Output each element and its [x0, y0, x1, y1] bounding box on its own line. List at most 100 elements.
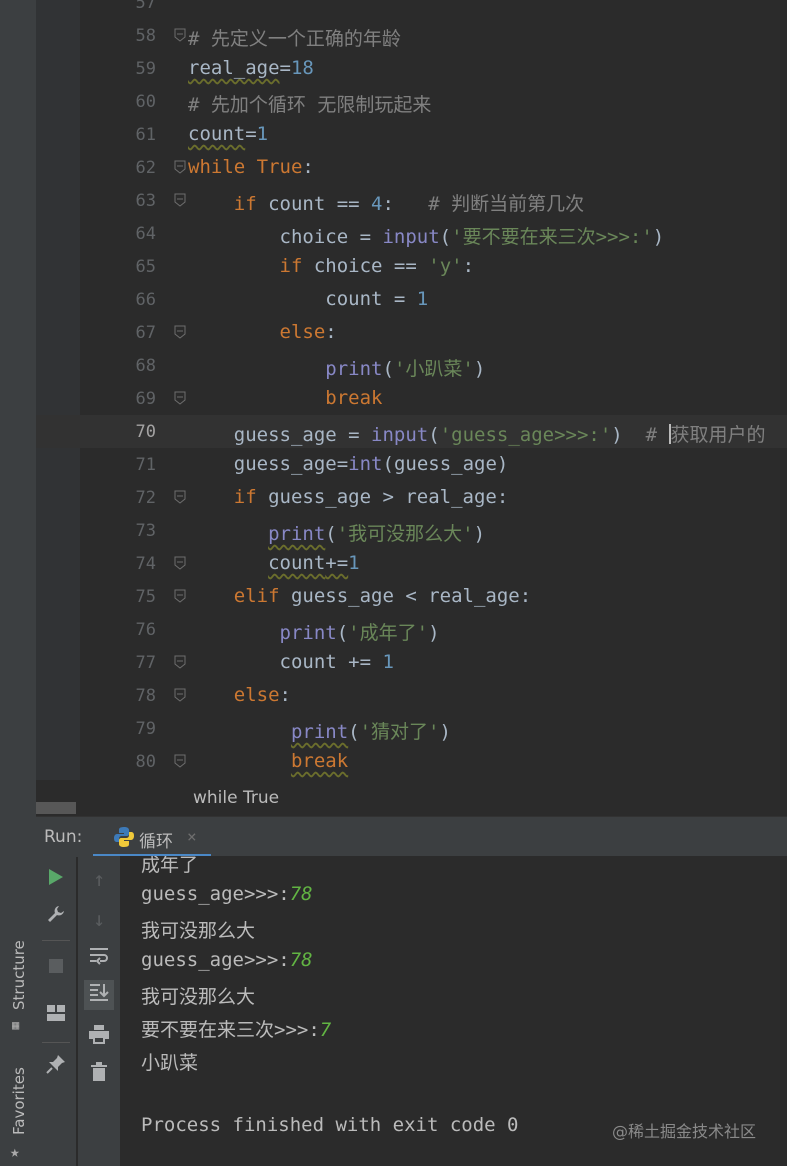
left-tool-strip: Structure ▦ Favorites ★ [0, 0, 36, 1166]
code-text: print('小趴菜') [188, 354, 485, 381]
code-token: 获取用户的 [670, 424, 766, 446]
fold-marker-icon[interactable] [174, 391, 186, 405]
arrow-up-icon[interactable]: ↑ [84, 864, 114, 894]
console-line: Process finished with exit code 0 [141, 1114, 519, 1136]
code-token: guess_age = [188, 424, 372, 446]
code-text: # 先加个循环 无限制玩起来 [188, 90, 431, 117]
console-output-text: Process finished with exit code 0 [141, 1114, 519, 1136]
code-line[interactable]: 64 choice = input('要不要在来三次>>>:') [36, 217, 787, 250]
breadcrumb-item[interactable]: while True [193, 788, 279, 808]
code-line[interactable]: 73 print('我可没那么大') [36, 514, 787, 547]
fold-marker-icon[interactable] [174, 655, 186, 669]
play-icon[interactable] [41, 864, 71, 894]
arrow-down-icon[interactable]: ↓ [84, 904, 114, 934]
console-output-text: 成年了 [141, 856, 199, 876]
code-token: break [325, 387, 383, 409]
fold-marker-icon[interactable] [174, 589, 186, 603]
line-number: 58 [135, 26, 156, 46]
code-line[interactable]: 74 count+=1 [36, 547, 787, 580]
favorites-tab[interactable]: Favorites [10, 1067, 28, 1135]
code-line[interactable]: 65 if choice == 'y': [36, 250, 787, 283]
code-text: break [188, 387, 382, 409]
line-number: 72 [135, 488, 156, 508]
code-token: 'guess_age>>>:' [439, 424, 612, 446]
code-line[interactable]: 69 break [36, 382, 787, 415]
code-line[interactable]: 57 [36, 0, 787, 19]
code-line[interactable]: 63 if count == 4: # 判断当前第几次 [36, 184, 787, 217]
code-line[interactable]: 77 count += 1 [36, 646, 787, 679]
trash-icon[interactable] [84, 1060, 114, 1090]
code-token: 4 [371, 193, 383, 215]
code-token: 1 [256, 123, 269, 145]
console-line: 成年了 [141, 856, 198, 877]
fold-marker-icon[interactable] [174, 754, 186, 768]
run-tab[interactable]: 循环 × [93, 817, 211, 857]
code-editor[interactable]: 57 58 # 先定义一个正确的年龄 59 real_age=18 60 # 先加个循环 无… [36, 0, 787, 816]
print-icon[interactable] [84, 1022, 114, 1052]
line-number: 75 [135, 587, 156, 607]
code-text: # 先定义一个正确的年龄 [188, 24, 401, 51]
console-output-text: 我可没那么大 [141, 986, 256, 1008]
run-toolwindow-header: Run: 循环 × [36, 816, 787, 857]
code-line[interactable]: 67 else: [36, 316, 787, 349]
code-line[interactable]: 60 # 先加个循环 无限制玩起来 [36, 85, 787, 118]
fold-marker-icon[interactable] [174, 325, 186, 339]
layout-icon[interactable] [41, 1000, 71, 1030]
code-token: 1 [416, 288, 429, 310]
code-token: (guess_age) [382, 453, 509, 475]
code-line[interactable]: 78 else: [36, 679, 787, 712]
code-line[interactable]: 75 elif guess_age < real_age: [36, 580, 787, 613]
scroll-to-end-icon[interactable] [84, 980, 114, 1010]
run-tab-title: 循环 [139, 832, 173, 852]
code-line[interactable]: 62 while True: [36, 151, 787, 184]
fold-marker-icon[interactable] [174, 688, 186, 702]
code-line[interactable]: 79 print('猜对了') [36, 712, 787, 745]
code-token: if [233, 193, 257, 215]
wrench-icon[interactable] [41, 902, 71, 932]
code-token: ( [336, 622, 349, 644]
code-token: ) [473, 358, 486, 380]
run-toolbar-primary [36, 856, 76, 1166]
editor-horizontal-scrollbar[interactable] [36, 802, 76, 814]
console-output-text: guess_age>>>: [141, 883, 290, 905]
console-line: 小趴菜 [141, 1048, 198, 1075]
code-text: if guess_age > real_age: [188, 486, 509, 508]
pin-icon[interactable] [41, 1052, 71, 1082]
code-token: '我可没那么大' [336, 523, 474, 545]
code-token: # 先定义一个正确的年龄 [188, 28, 401, 50]
fold-marker-icon[interactable] [174, 28, 186, 42]
code-line[interactable]: 61 count=1 [36, 118, 787, 151]
code-line[interactable]: 68 print('小趴菜') [36, 349, 787, 382]
close-icon[interactable]: × [187, 827, 197, 846]
line-number: 66 [135, 290, 156, 310]
fold-marker-icon[interactable] [174, 556, 186, 570]
console-user-input: 7 [319, 1019, 332, 1041]
code-token: print [268, 523, 326, 545]
code-line[interactable]: 72 if guess_age > real_age: [36, 481, 787, 514]
code-token: print [279, 622, 337, 644]
code-line[interactable]: 71 guess_age=int(guess_age) [36, 448, 787, 481]
soft-wrap-icon[interactable] [84, 944, 114, 974]
fold-marker-icon[interactable] [174, 490, 186, 504]
code-line[interactable]: 70 guess_age = input('guess_age>>>:') # … [36, 415, 787, 448]
code-line[interactable]: 80 break [36, 745, 787, 778]
line-number: 64 [135, 224, 156, 244]
code-token: '猜对了' [359, 721, 440, 743]
code-token: : [325, 321, 337, 343]
code-token: ( [428, 424, 440, 446]
structure-label: Structure [10, 940, 28, 1010]
fold-marker-icon[interactable] [174, 193, 186, 207]
code-line[interactable]: 59 real_age=18 [36, 52, 787, 85]
code-line[interactable]: 58 # 先定义一个正确的年龄 [36, 19, 787, 52]
stop-icon[interactable] [41, 952, 71, 982]
console-line: 我可没那么大 [141, 916, 255, 943]
breadcrumb[interactable]: while True [80, 780, 787, 816]
code-line[interactable]: 66 count = 1 [36, 283, 787, 316]
code-token: real_age [188, 57, 280, 79]
code-line[interactable]: 76 print('成年了') [36, 613, 787, 646]
fold-marker-icon[interactable] [174, 160, 186, 174]
structure-tab[interactable]: Structure [10, 940, 28, 1010]
